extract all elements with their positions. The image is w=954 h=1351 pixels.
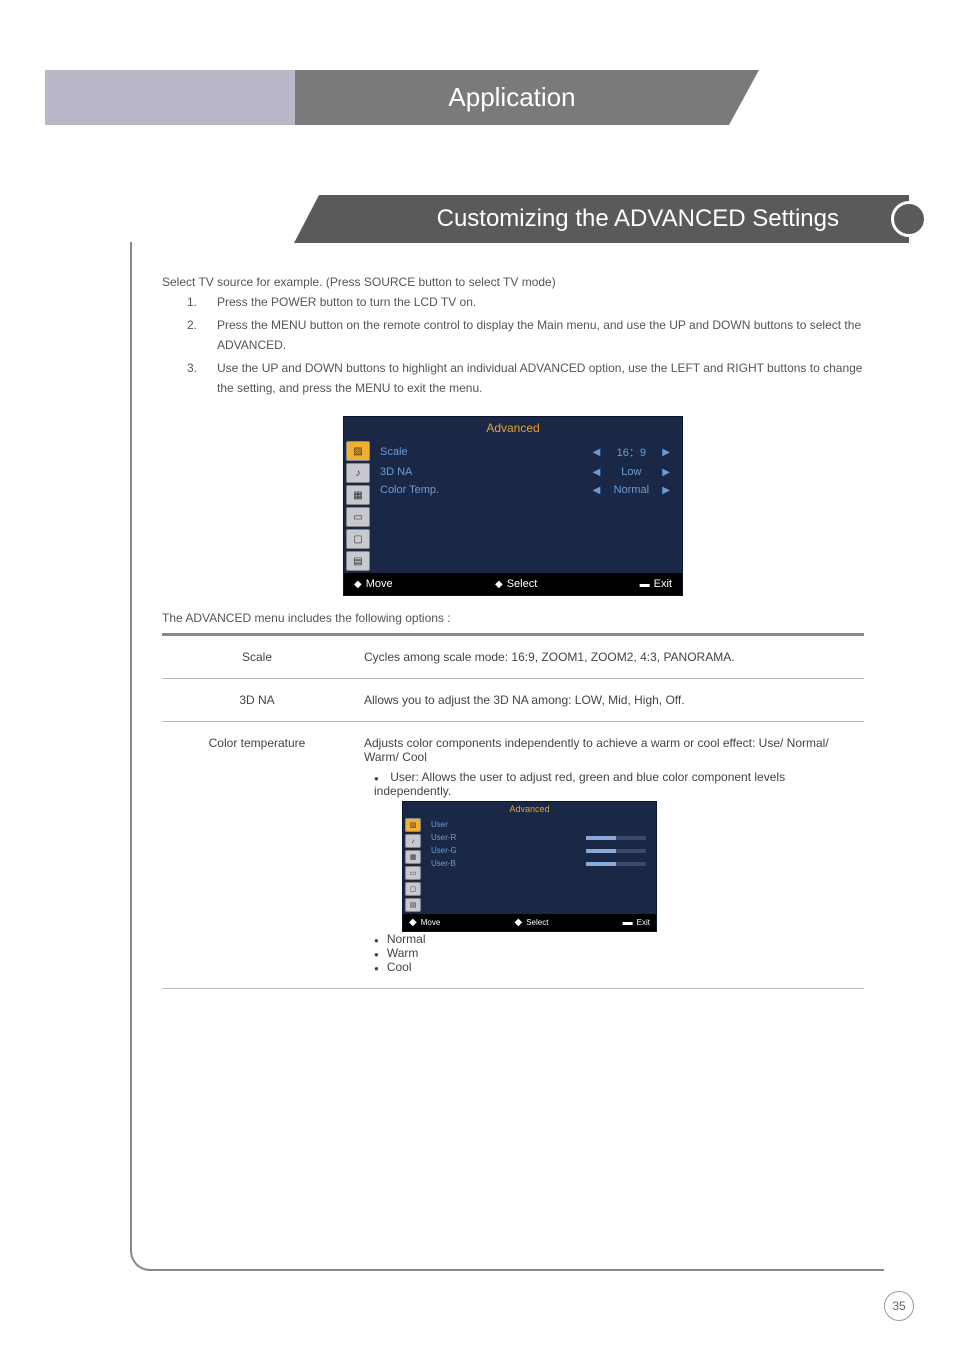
table-row: 3D NA Allows you to adjust the 3D NA amo… bbox=[162, 679, 864, 722]
colortemp-warm-item: Warm bbox=[374, 946, 852, 960]
osd-move-hint: ◆Move bbox=[354, 578, 393, 590]
osd-screen-icon: ▭ bbox=[405, 866, 421, 880]
osd-row-user-b: User-B bbox=[431, 857, 650, 870]
right-arrow-icon: ▶ bbox=[656, 485, 676, 496]
osd-small-footer: ◆Move ◆Select ▬Exit bbox=[403, 914, 656, 931]
osd-row-user-g: User-G bbox=[431, 844, 650, 857]
colortemp-user-item: User: Allows the user to adjust red, gre… bbox=[374, 770, 852, 932]
osd-user-submenu: Advanced ▨ ♪ ▦ ▭ ▢ ▤ bbox=[402, 801, 657, 932]
osd-row-3dna: 3D NA ◀ Low ▶ bbox=[380, 463, 676, 481]
osd-title: Advanced bbox=[344, 417, 682, 439]
menu-icon: ▬ bbox=[640, 579, 650, 590]
osd-picture-icon: ▨ bbox=[346, 441, 370, 461]
osd-screen-icon: ▭ bbox=[346, 507, 370, 527]
right-arrow-icon: ▶ bbox=[656, 447, 676, 458]
intro-text: Select TV source for example. (Press SOU… bbox=[162, 272, 864, 398]
osd-audio-icon: ♪ bbox=[405, 834, 421, 848]
osd-picture-icon: ▨ bbox=[405, 818, 421, 832]
osd-display-icon: ▢ bbox=[346, 529, 370, 549]
osd-audio-icon: ♪ bbox=[346, 463, 370, 483]
section-title: Customizing the ADVANCED Settings bbox=[319, 195, 909, 243]
header-banner: Application bbox=[45, 70, 909, 125]
intro-step: 3.Use the UP and DOWN buttons to highlig… bbox=[162, 358, 864, 399]
left-arrow-icon: ◀ bbox=[587, 485, 607, 496]
osd-setup-icon: ▤ bbox=[346, 551, 370, 571]
table-row: Scale Cycles among scale mode: 16:9, ZOO… bbox=[162, 635, 864, 679]
left-arrow-icon: ◀ bbox=[587, 467, 607, 478]
section-header-wrap: Customizing the ADVANCED Settings bbox=[130, 195, 909, 243]
slider-r bbox=[586, 836, 646, 840]
option-colortemp-desc: Adjusts color components independently t… bbox=[352, 722, 864, 989]
osd-channel-icon: ▦ bbox=[405, 850, 421, 864]
page-number: 35 bbox=[884, 1291, 914, 1321]
option-scale-name: Scale bbox=[162, 635, 352, 679]
osd-row-user-r: User-R bbox=[431, 831, 650, 844]
content-frame: Select TV source for example. (Press SOU… bbox=[130, 242, 884, 1271]
option-colortemp-name: Color temperature bbox=[162, 722, 352, 989]
osd-footer: ◆Move ◆Select ▬Exit bbox=[344, 573, 682, 595]
osd-select-hint: ◆Select bbox=[495, 578, 537, 590]
osd-select-hint: ◆Select bbox=[514, 917, 548, 928]
intro-lead: Select TV source for example. (Press SOU… bbox=[162, 272, 864, 292]
updown-icon: ◆ bbox=[354, 579, 362, 590]
intro-step: 2.Press the MENU button on the remote co… bbox=[162, 315, 864, 356]
osd-exit-hint: ▬Exit bbox=[640, 578, 672, 590]
osd-advanced-menu: Advanced ▨ ♪ ▦ ▭ ▢ ▤ Scale ◀ 16：9 ▶ bbox=[343, 416, 683, 596]
intro-step: 1.Press the POWER button to turn the LCD… bbox=[162, 292, 864, 312]
header-accent bbox=[45, 70, 295, 125]
osd-exit-hint: ▬Exit bbox=[623, 917, 650, 928]
leftright-icon: ◆ bbox=[495, 579, 503, 590]
option-3dna-desc: Allows you to adjust the 3D NA among: LO… bbox=[352, 679, 864, 722]
slider-g bbox=[586, 849, 646, 853]
osd-row-scale: Scale ◀ 16：9 ▶ bbox=[380, 441, 676, 463]
menu-icon: ▬ bbox=[623, 917, 633, 928]
left-arrow-icon: ◀ bbox=[587, 447, 607, 458]
updown-icon: ◆ bbox=[409, 917, 417, 928]
option-3dna-name: 3D NA bbox=[162, 679, 352, 722]
intro-steps: 1.Press the POWER button to turn the LCD… bbox=[162, 292, 864, 398]
leftright-icon: ◆ bbox=[514, 917, 522, 928]
options-table: Scale Cycles among scale mode: 16:9, ZOO… bbox=[162, 633, 864, 989]
section-circle-icon bbox=[891, 201, 927, 237]
page-title: Application bbox=[295, 70, 729, 125]
colortemp-cool-item: Cool bbox=[374, 960, 852, 974]
osd-channel-icon: ▦ bbox=[346, 485, 370, 505]
option-scale-desc: Cycles among scale mode: 16:9, ZOOM1, ZO… bbox=[352, 635, 864, 679]
osd-setup-icon: ▤ bbox=[405, 898, 421, 912]
options-sub-heading: The ADVANCED menu includes the following… bbox=[162, 611, 864, 625]
osd-display-icon: ▢ bbox=[405, 882, 421, 896]
osd-move-hint: ◆Move bbox=[409, 917, 440, 928]
osd-small-title: Advanced bbox=[403, 802, 656, 816]
right-arrow-icon: ▶ bbox=[656, 467, 676, 478]
colortemp-normal-item: Normal bbox=[374, 932, 852, 946]
osd-row-colortemp: Color Temp. ◀ Normal ▶ bbox=[380, 481, 676, 499]
slider-b bbox=[586, 862, 646, 866]
osd-row-user: User bbox=[431, 818, 650, 831]
osd-main-container: Advanced ▨ ♪ ▦ ▭ ▢ ▤ Scale ◀ 16：9 ▶ bbox=[343, 416, 683, 596]
osd-small-icon-strip: ▨ ♪ ▦ ▭ ▢ ▤ bbox=[403, 816, 425, 914]
osd-icon-strip: ▨ ♪ ▦ ▭ ▢ ▤ bbox=[344, 439, 374, 573]
table-row: Color temperature Adjusts color componen… bbox=[162, 722, 864, 989]
